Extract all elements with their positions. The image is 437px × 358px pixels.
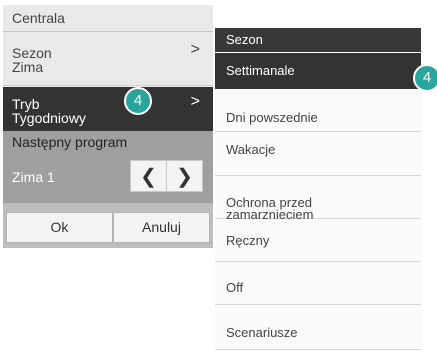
step-badge: 4 [413, 64, 437, 92]
next-program-section: Następny program Zima 1 ❮ ❯ [3, 131, 213, 203]
step-badge: 4 [124, 87, 152, 115]
menu-item-label: Sezon [12, 45, 52, 61]
chevron-right-icon: > [190, 93, 200, 110]
season-option-scenariusze[interactable]: Scenariusze [215, 305, 421, 350]
option-label: Ręczny [226, 233, 270, 248]
option-label: Settimanale [226, 63, 295, 78]
season-menu-title: Sezon [215, 28, 421, 52]
option-label: Ochrona przed zamarznięciem [226, 196, 313, 221]
next-program-title: Następny program [12, 134, 128, 150]
season-menu: Sezon Settimanale Dni powszednie Wakacje… [215, 28, 421, 358]
next-program-value: Zima 1 [12, 169, 55, 185]
menu-item-tryb[interactable]: Tryb Tygodniowy > [3, 87, 213, 131]
action-row: Ok Anuluj [3, 203, 213, 248]
ok-button[interactable]: Ok [6, 212, 113, 243]
season-option-ochrona[interactable]: Ochrona przed zamarznięciem [215, 176, 421, 221]
menu-item-value: Tygodniowy [12, 110, 86, 126]
menu-item-label: Tryb [12, 96, 40, 112]
menu-item-sezon[interactable]: Sezon Zima > [3, 33, 213, 86]
cancel-button[interactable]: Anuluj [113, 212, 210, 243]
previous-program-button[interactable]: ❮ [130, 160, 167, 192]
option-label: Scenariusze [226, 325, 298, 340]
left-panel: Centrala Sezon Zima > Tryb Tygodniowy > … [3, 5, 213, 248]
next-program-button[interactable]: ❯ [166, 160, 203, 192]
chevron-right-icon: ❯ [176, 165, 193, 188]
season-option-reczny[interactable]: Ręczny [215, 219, 421, 262]
chevron-left-icon: ❮ [140, 165, 157, 188]
season-option-off[interactable]: Off [215, 262, 421, 305]
panel-title: Centrala [3, 5, 213, 32]
menu-item-value: Zima [12, 59, 44, 75]
chevron-right-icon: > [190, 41, 200, 58]
season-option-dni-powszednie[interactable]: Dni powszednie [215, 89, 421, 132]
option-label: Off [226, 280, 244, 295]
season-option-wakacje[interactable]: Wakacje [215, 132, 421, 176]
season-option-settimanale[interactable]: Settimanale [215, 53, 421, 89]
option-label: Dni powszednie [226, 110, 318, 125]
option-label: Wakacje [226, 142, 276, 157]
